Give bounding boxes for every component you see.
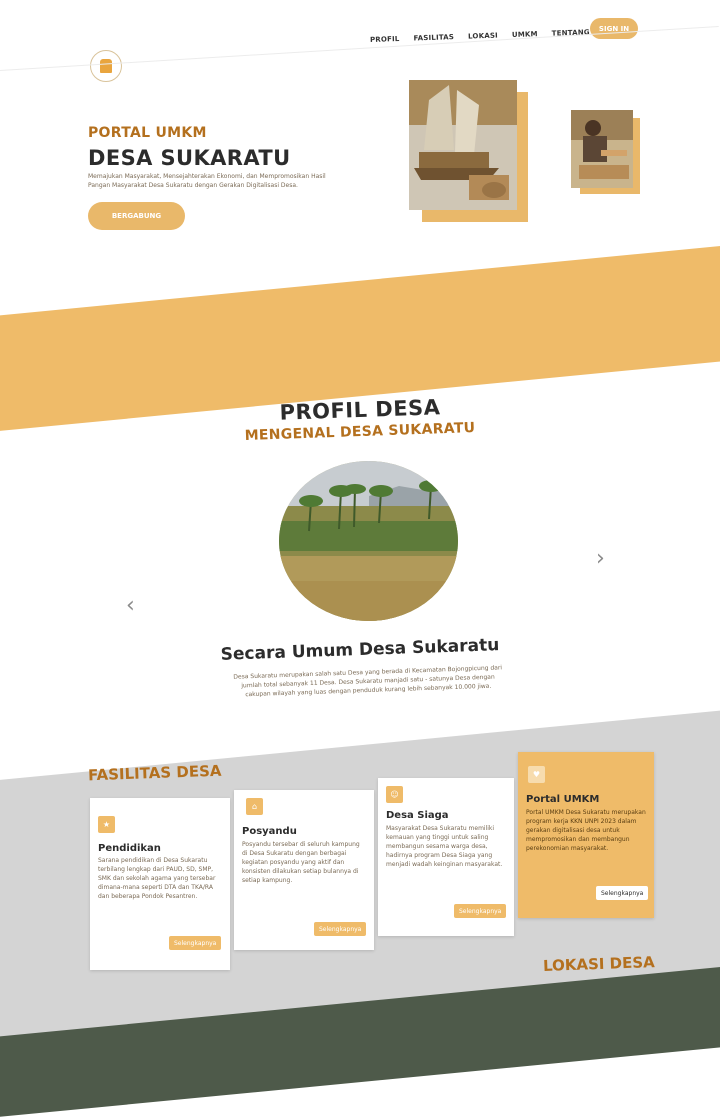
facility-card-desa-siaga: ☺ Desa Siaga Masyarakat Desa Sukaratu me… xyxy=(378,778,514,936)
selengkapnya-button[interactable]: Selengkapnya xyxy=(454,904,507,918)
hero-photo-craftsman xyxy=(571,110,633,188)
facility-title: Desa Siaga xyxy=(386,810,449,821)
main-nav: PROFIL FASILITAS LOKASI UMKM TENTANG KAM… xyxy=(370,27,614,44)
header-divider xyxy=(0,26,719,71)
facility-title: Pendidikan xyxy=(98,843,161,854)
sign-in-button[interactable]: SIGN IN xyxy=(590,18,638,39)
nav-item-profil[interactable]: PROFIL xyxy=(370,35,400,44)
people-icon: ☺ xyxy=(386,786,403,803)
profil-heading: Secara Umum Desa Sukaratu xyxy=(220,635,500,665)
facility-card-posyandu: ⌂ Posyandu Posyandu tersebar di seluruh … xyxy=(234,790,374,950)
village-logo[interactable] xyxy=(90,50,122,82)
nav-item-fasilitas[interactable]: FASILITAS xyxy=(413,33,454,42)
hero-description: Memajukan Masyarakat, Mensejahterakan Ek… xyxy=(88,173,326,189)
facility-description: Masyarakat Desa Sukaratu memiliki kemaua… xyxy=(386,825,503,868)
facility-card-portal-umkm: ♥ Portal UMKM Portal UMKM Desa Sukaratu … xyxy=(518,752,654,918)
hero-photo-crafts xyxy=(409,80,517,210)
facility-card-pendidikan: ★ Pendidikan Sarana pendidikan di Desa S… xyxy=(90,798,230,970)
village-photo xyxy=(279,461,458,621)
selengkapnya-button[interactable]: Selengkapnya xyxy=(169,936,222,950)
hero-title: DESA SUKARATU xyxy=(88,146,291,170)
star-icon: ★ xyxy=(98,816,115,833)
join-button[interactable]: BERGABUNG xyxy=(88,202,185,230)
house-icon: ⌂ xyxy=(246,798,263,815)
selengkapnya-button[interactable]: Selengkapnya xyxy=(314,922,367,936)
facility-description: Portal UMKM Desa Sukaratu merupakan prog… xyxy=(526,809,646,852)
carousel-next-icon[interactable]: › xyxy=(596,546,605,571)
thumbs-up-icon: ♥ xyxy=(528,766,545,783)
facility-description: Posyandu tersebar di seluruh kampung di … xyxy=(242,841,360,884)
profil-description: Desa Sukaratu merupakan salah satu Desa … xyxy=(233,664,503,699)
facility-description: Sarana pendidikan di Desa Sukaratu terbi… xyxy=(98,857,216,900)
logo-emblem-icon xyxy=(100,59,112,73)
selengkapnya-button[interactable]: Selengkapnya xyxy=(596,886,649,900)
carousel-prev-icon[interactable]: ‹ xyxy=(126,593,135,618)
hero-pretitle: PORTAL UMKM xyxy=(88,125,207,141)
facility-title: Posyandu xyxy=(242,826,297,837)
facility-title: Portal UMKM xyxy=(526,794,600,805)
